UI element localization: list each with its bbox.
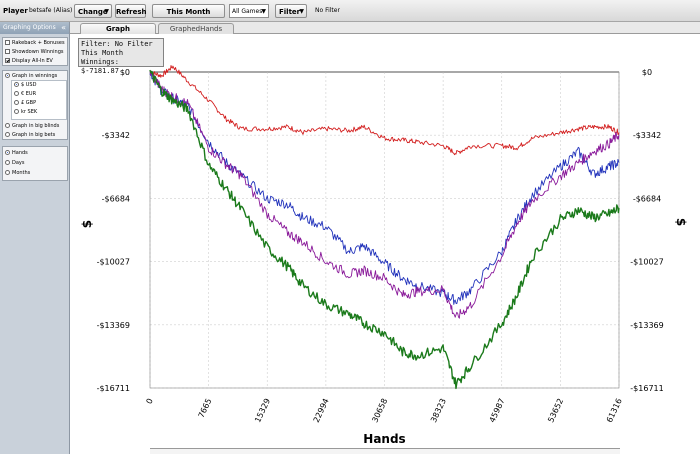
y-tick-label-left: -$16711 bbox=[97, 384, 130, 393]
x-tick-label: 0 bbox=[145, 397, 155, 405]
checkbox-label: Rakeback + Bonuses bbox=[12, 40, 65, 46]
radio[interactable] bbox=[5, 160, 10, 165]
period-line: This Month bbox=[81, 49, 124, 57]
radio[interactable] bbox=[14, 109, 19, 114]
filter-line: Filter: No Filter bbox=[81, 40, 153, 48]
graphing-options-panel: Graphing Options « Rakeback + Bonuses Sh… bbox=[0, 22, 70, 454]
games-select[interactable]: All Games ▼ bbox=[229, 4, 269, 18]
hands-radio[interactable]: Hands bbox=[5, 149, 28, 157]
checkbox-label: Showdown Winnings bbox=[12, 49, 64, 55]
graph-in-winnings-radio[interactable]: Graph in winnings bbox=[5, 72, 57, 80]
refresh-button[interactable]: Refresh bbox=[115, 4, 147, 18]
y-tick-label-right: -$10027 bbox=[630, 258, 663, 267]
rakeback-checkbox[interactable]: Rakeback + Bonuses bbox=[5, 39, 65, 47]
radio-label: $ USD bbox=[21, 82, 37, 88]
y-axis-title-left: $ bbox=[80, 220, 94, 228]
double-chevron-left-icon[interactable]: « bbox=[61, 22, 66, 34]
y-tick-label-left: -$6684 bbox=[102, 194, 130, 203]
radio[interactable] bbox=[14, 91, 19, 96]
x-tick-label: 15329 bbox=[253, 397, 272, 424]
y-tick-label-right: -$3342 bbox=[633, 131, 661, 140]
tab-bar: Graph GraphedHands bbox=[70, 22, 700, 34]
days-radio[interactable]: Days bbox=[5, 159, 24, 167]
radio-label: £ GBP bbox=[21, 100, 37, 106]
filter-label: Filter bbox=[279, 8, 301, 16]
checkbox-label: Display All-In EV bbox=[12, 58, 53, 64]
y-tick-label-right: $0 bbox=[642, 68, 652, 77]
graph-in-big-bets-radio[interactable]: Graph in big bets bbox=[5, 131, 55, 139]
filter-button[interactable]: Filter ▼ bbox=[275, 4, 307, 18]
checkbox-checked[interactable] bbox=[5, 58, 10, 63]
months-radio[interactable]: Months bbox=[5, 169, 30, 177]
showdown-checkbox[interactable]: Showdown Winnings bbox=[5, 48, 63, 56]
radio-label: kr SEK bbox=[21, 109, 38, 115]
currency-group: $ USD € EUR £ GBP kr SEK bbox=[11, 80, 67, 120]
horizontal-scrollbar[interactable] bbox=[150, 448, 620, 454]
winnings-chart: $0 $0 -$3342 -$3342 -$6684 -$6684 -$10027 -$100… bbox=[80, 65, 688, 446]
x-axis-group: Hands Days Months bbox=[2, 146, 68, 181]
x-tick-label: 45987 bbox=[488, 397, 507, 424]
checkbox[interactable] bbox=[5, 40, 10, 45]
radio-label: Graph in winnings bbox=[12, 73, 58, 79]
dropdown-arrow-icon: ▼ bbox=[299, 8, 304, 15]
units-group: Graph in winnings $ USD € EUR £ GBP kr S… bbox=[2, 70, 68, 140]
graph-area: $0 $0 -$3342 -$3342 -$6684 -$6684 -$10027 -$100… bbox=[70, 34, 700, 454]
filter-summary-box: Filter: No Filter This Month Winnings: $… bbox=[78, 38, 164, 75]
currency-sek-radio[interactable]: kr SEK bbox=[14, 108, 37, 116]
radio[interactable] bbox=[14, 100, 19, 105]
x-tick-label: 30658 bbox=[370, 397, 389, 424]
tab-graphed-hands[interactable]: GraphedHands bbox=[158, 23, 234, 34]
x-tick-label: 61316 bbox=[605, 397, 624, 424]
y-tick-label-left: -$10027 bbox=[97, 258, 130, 267]
x-tick-label: 53652 bbox=[546, 397, 565, 424]
filter-status: No Filter bbox=[315, 7, 340, 14]
x-axis-title: Hands bbox=[363, 432, 405, 446]
radio-label: € EUR bbox=[21, 91, 37, 97]
currency-eur-radio[interactable]: € EUR bbox=[14, 90, 36, 98]
allin-ev-checkbox[interactable]: Display All-In EV bbox=[5, 57, 53, 65]
panel-title: Graphing Options bbox=[3, 24, 56, 31]
radio-selected[interactable] bbox=[5, 73, 10, 78]
radio-label: Graph in big bets bbox=[12, 132, 56, 138]
radio-label: Months bbox=[12, 170, 31, 176]
y-tick-label-right: -$13369 bbox=[630, 321, 663, 330]
y-axis-title-right: $ bbox=[674, 218, 688, 226]
games-select-value: All Games bbox=[232, 8, 263, 15]
dropdown-arrow-icon: ▼ bbox=[104, 8, 109, 15]
y-tick-label-right: -$16711 bbox=[630, 384, 663, 393]
radio-label: Days bbox=[12, 160, 25, 166]
radio-selected[interactable] bbox=[14, 82, 19, 87]
graph-in-big-blinds-radio[interactable]: Graph in big blinds bbox=[5, 122, 59, 130]
tab-graph[interactable]: Graph bbox=[80, 23, 156, 34]
winnings-line: Winnings: $-7181.87 bbox=[81, 58, 119, 75]
toolbar: Player betsafe (Alias) Change ▼ Refresh … bbox=[0, 0, 700, 22]
radio-label: Hands bbox=[12, 150, 28, 156]
change-label: Change bbox=[78, 8, 108, 16]
x-tick-label: 22994 bbox=[312, 397, 331, 424]
radio-label: Graph in big blinds bbox=[12, 123, 60, 129]
checkbox[interactable] bbox=[5, 49, 10, 54]
currency-gbp-radio[interactable]: £ GBP bbox=[14, 99, 36, 107]
dropdown-arrow-icon: ▼ bbox=[261, 8, 266, 15]
currency-usd-radio[interactable]: $ USD bbox=[14, 81, 36, 89]
y-tick-label-right: -$6684 bbox=[633, 194, 661, 203]
radio[interactable] bbox=[5, 123, 10, 128]
radio-selected[interactable] bbox=[5, 150, 10, 155]
x-tick-label: 7665 bbox=[197, 397, 214, 419]
player-label: Player bbox=[3, 7, 28, 15]
radio[interactable] bbox=[5, 170, 10, 175]
player-name: betsafe (Alias) bbox=[29, 7, 73, 14]
period-button[interactable]: This Month bbox=[152, 4, 225, 18]
change-player-button[interactable]: Change ▼ bbox=[74, 4, 112, 18]
x-tick-label: 38323 bbox=[429, 397, 448, 424]
y-tick-label-left: -$3342 bbox=[102, 131, 130, 140]
panel-header: Graphing Options « bbox=[0, 22, 69, 34]
display-options-group: Rakeback + Bonuses Showdown Winnings Dis… bbox=[2, 37, 68, 66]
radio[interactable] bbox=[5, 132, 10, 137]
y-tick-label-left: -$13369 bbox=[97, 321, 130, 330]
